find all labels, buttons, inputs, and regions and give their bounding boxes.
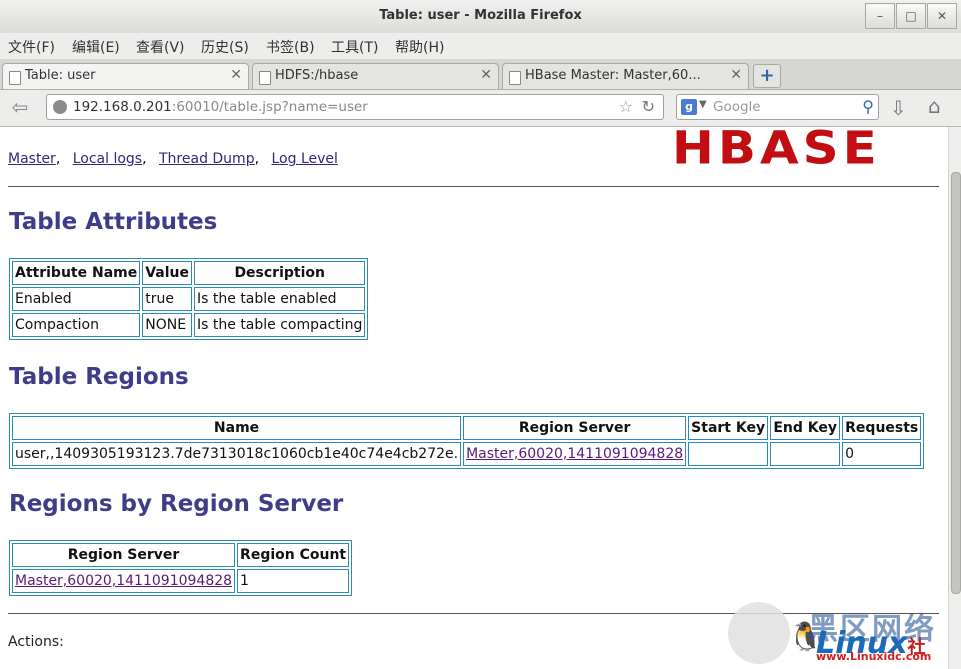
table-header-row: Region Server Region Count [12, 543, 350, 567]
table-row: Master,60020,1411091094828 1 [12, 569, 350, 593]
tab-hbase-master[interactable]: HBase Master: Master,60... ✕ [502, 63, 749, 89]
column-header: Start Key [688, 416, 769, 440]
menu-file[interactable]: 文件(F) [8, 37, 55, 57]
window-titlebar: Table: user - Mozilla Firefox – □ ✕ [0, 0, 961, 34]
menu-view[interactable]: 查看(V) [136, 37, 185, 57]
menu-bar: 文件(F) 编辑(E) 查看(V) 历史(S) 书签(B) 工具(T) 帮助(H… [0, 33, 961, 59]
table-cell [770, 442, 841, 466]
link-log-level[interactable]: Log Level [272, 151, 338, 167]
menu-help[interactable]: 帮助(H) [395, 37, 444, 57]
menu-tools[interactable]: 工具(T) [331, 37, 378, 57]
region-name-cell: user,,1409305193123.7de7313018c1060cb1e4… [12, 442, 462, 466]
watermark-logo-icon [728, 602, 790, 664]
heading-table-attributes: Table Attributes [9, 209, 218, 235]
page-icon [509, 71, 521, 85]
maximize-button[interactable]: □ [896, 3, 926, 29]
close-tab-icon[interactable]: ✕ [730, 67, 742, 83]
table-cell: Is the table enabled [194, 287, 366, 311]
search-bar[interactable]: g ▼ Google ⚲ [676, 94, 879, 120]
region-server-link[interactable]: Master,60020,1411091094828 [466, 446, 683, 462]
tab-label: HBase Master: Master,60... [525, 68, 701, 83]
tab-label: HDFS:/hbase [275, 68, 359, 83]
menu-history[interactable]: 历史(S) [201, 37, 249, 57]
menu-edit[interactable]: 编辑(E) [72, 37, 120, 57]
tab-hdfs[interactable]: HDFS:/hbase ✕ [252, 63, 499, 89]
region-server-link[interactable]: Master,60020,1411091094828 [15, 573, 232, 589]
close-tab-icon[interactable]: ✕ [230, 67, 242, 83]
search-input[interactable]: Google [713, 99, 761, 115]
watermark: 🐧 黑区网络 Linux社 www.Linuxidc.com [728, 602, 953, 666]
table-header-row: Name Region Server Start Key End Key Req… [12, 416, 922, 440]
back-arrow-icon[interactable]: ⇦ [5, 95, 35, 121]
regions-table: Name Region Server Start Key End Key Req… [9, 413, 925, 469]
bookmark-star-icon[interactable]: ☆ [619, 97, 633, 116]
table-cell: 1 [237, 569, 350, 593]
url-text[interactable]: 192.168.0.201:60010/table.jsp?name=user [73, 99, 368, 115]
column-header: Region Count [237, 543, 350, 567]
new-tab-button[interactable]: + [753, 64, 781, 88]
window-title: Table: user - Mozilla Firefox [379, 8, 582, 23]
url-bar[interactable]: 192.168.0.201:60010/table.jsp?name=user … [46, 94, 664, 120]
column-header: Attribute Name [12, 261, 141, 285]
table-row: Enabled true Is the table enabled [12, 287, 366, 311]
tab-table-user[interactable]: Table: user ✕ [2, 63, 249, 89]
table-cell: Enabled [12, 287, 141, 311]
globe-icon [53, 100, 67, 114]
actions-label: Actions: [8, 634, 64, 650]
reload-icon[interactable]: ↻ [642, 97, 655, 116]
link-master[interactable]: Master [8, 151, 56, 167]
table-header-row: Attribute Name Value Description [12, 261, 366, 285]
url-host: 192.168.0.201 [73, 99, 172, 115]
page-icon [9, 71, 21, 85]
table-cell: NONE [142, 313, 193, 337]
close-tab-icon[interactable]: ✕ [480, 67, 492, 83]
page-icon [259, 71, 271, 85]
heading-regions-by-server: Regions by Region Server [9, 491, 344, 517]
column-header: Requests [842, 416, 922, 440]
tab-bar: Table: user ✕ HDFS:/hbase ✕ HBase Master… [0, 59, 961, 90]
table-row: Compaction NONE Is the table compacting [12, 313, 366, 337]
link-local-logs[interactable]: Local logs [73, 151, 142, 167]
column-header: Description [194, 261, 366, 285]
scrollbar-thumb[interactable] [951, 172, 961, 594]
table-cell: Is the table compacting [194, 313, 366, 337]
navigation-bar: ⇦ 192.168.0.201:60010/table.jsp?name=use… [0, 90, 961, 127]
table-cell [688, 442, 769, 466]
tab-label: Table: user [25, 68, 96, 83]
column-header: Name [12, 416, 462, 440]
link-thread-dump[interactable]: Thread Dump [159, 151, 255, 167]
table-cell: true [142, 287, 193, 311]
table-cell: Compaction [12, 313, 141, 337]
home-icon[interactable]: ⌂ [928, 94, 941, 118]
column-header: Value [142, 261, 193, 285]
url-path: :60010/table.jsp?name=user [171, 99, 368, 115]
hbase-logo: HBASE [672, 127, 881, 175]
page-content: HBASE Master, Local logs, Thread Dump, L… [0, 127, 948, 669]
google-icon[interactable]: g [681, 99, 697, 115]
top-links: Master, Local logs, Thread Dump, Log Lev… [8, 151, 338, 167]
divider [8, 186, 939, 187]
table-row: user,,1409305193123.7de7313018c1060cb1e4… [12, 442, 922, 466]
attributes-table: Attribute Name Value Description Enabled… [9, 258, 369, 340]
regions-by-server-table: Region Server Region Count Master,60020,… [9, 540, 353, 596]
chevron-down-icon[interactable]: ▼ [699, 99, 707, 110]
menu-bookmarks[interactable]: 书签(B) [266, 37, 315, 57]
heading-table-regions: Table Regions [9, 364, 189, 390]
column-header: Region Server [463, 416, 687, 440]
download-icon[interactable]: ⇩ [890, 96, 907, 120]
close-window-button[interactable]: ✕ [927, 3, 957, 29]
column-header: Region Server [12, 543, 236, 567]
vertical-scrollbar[interactable] [948, 127, 961, 669]
search-icon[interactable]: ⚲ [862, 97, 874, 116]
minimize-button[interactable]: – [865, 3, 895, 29]
column-header: End Key [770, 416, 841, 440]
table-cell: 0 [842, 442, 922, 466]
watermark-url: www.Linuxidc.com [816, 650, 932, 663]
